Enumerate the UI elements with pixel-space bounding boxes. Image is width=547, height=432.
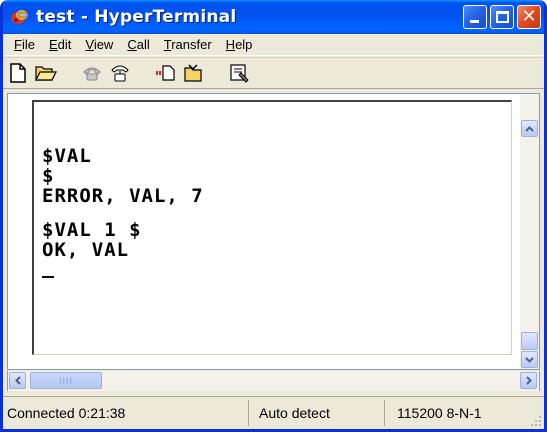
menu-help[interactable]: Help [219,35,260,55]
scroll-right-button[interactable] [520,372,537,389]
disconnect-button[interactable] [109,62,131,84]
new-connection-button[interactable] [7,62,29,84]
menu-accel: H [225,36,236,52]
receive-icon [184,64,202,82]
menu-file[interactable]: File [7,35,42,55]
status-detect: Auto detect [249,400,385,426]
scroll-down-button[interactable] [521,351,538,368]
terminal-line: OK, VAL [42,239,130,261]
window-controls: ✕ [463,5,541,29]
menu-label: ile [21,36,35,52]
scroll-up-button[interactable] [521,120,538,137]
open-button[interactable] [35,62,57,84]
menu-call[interactable]: Call [120,35,156,55]
scroll-thumb-horizontal[interactable]: IIII [30,372,102,389]
chevron-down-icon [525,356,534,363]
send-icon [156,65,175,81]
minimize-icon [470,20,479,23]
maximize-button[interactable] [490,5,514,29]
close-icon: ✕ [521,6,537,27]
menu-label: elp [235,36,253,52]
terminal-line: ERROR, VAL, 7 [42,185,204,207]
menu-view[interactable]: View [78,35,120,55]
disconnect-icon [111,65,129,82]
connect-button[interactable] [81,62,103,84]
menu-bar: File Edit View Call Transfer Help [3,34,544,56]
properties-icon [230,64,249,83]
minimize-button[interactable] [463,5,487,29]
properties-button[interactable] [229,62,251,84]
maximize-icon [496,11,509,23]
receive-button[interactable] [183,62,205,84]
vertical-scrollbar[interactable] [520,94,539,369]
menu-label: iew [93,36,114,52]
open-icon [35,66,57,81]
hyperterminal-window: test - HyperTerminal ✕ File Edit View Ca… [0,0,547,432]
menu-label: ransfer [171,36,212,52]
menu-label: all [136,36,150,52]
menu-transfer[interactable]: Transfer [157,35,219,55]
status-bar: Connected 0:21:38 Auto detect 115200 8-N… [3,396,544,429]
horizontal-scrollbar[interactable]: IIII [7,371,540,391]
chevron-up-icon [525,125,534,132]
terminal-line: $ [42,165,55,187]
terminal-screen[interactable]: $VAL $ ERROR, VAL, 7 $VAL 1 $ OK, VAL [32,100,512,355]
hyperterminal-icon[interactable] [10,7,30,27]
scroll-left-button[interactable] [9,372,26,389]
chevron-left-icon [14,376,21,385]
menu-accel: F [14,36,22,52]
terminal-frame: $VAL $ ERROR, VAL, 7 $VAL 1 $ OK, VAL [7,93,540,370]
connect-icon [83,67,101,81]
title-bar[interactable]: test - HyperTerminal ✕ [3,0,544,34]
new-icon [10,63,26,83]
grip-icon: IIII [58,375,73,386]
status-connection: Connected 0:21:38 [3,400,249,426]
menu-edit[interactable]: Edit [42,35,78,55]
toolbar [3,57,544,89]
close-button[interactable]: ✕ [517,5,541,29]
terminal-line: $VAL 1 $ [42,219,142,241]
window-title: test - HyperTerminal [36,7,237,27]
resize-grip-icon[interactable] [528,413,542,427]
status-settings: 115200 8-N-1 [397,405,482,421]
menu-accel: E [48,36,58,52]
text-cursor [42,276,54,278]
chevron-right-icon [525,376,532,385]
menu-accel: V [85,36,94,52]
terminal-line: $VAL [42,145,92,167]
menu-label: dit [57,36,72,52]
send-button[interactable] [155,62,177,84]
menu-accel: C [127,36,137,52]
scroll-thumb-vertical[interactable] [521,332,538,350]
